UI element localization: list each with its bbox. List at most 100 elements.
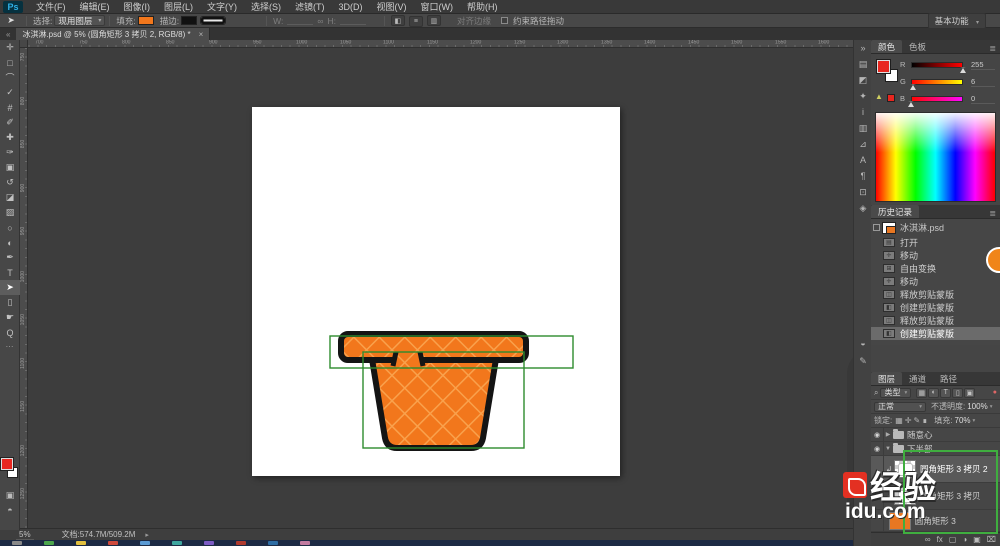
workspace-switcher-button[interactable]: 基本功能 ▾ bbox=[928, 13, 986, 29]
history-row-0[interactable]: ▤打开 bbox=[871, 236, 1000, 249]
zoom-level-field[interactable]: 5% bbox=[16, 530, 34, 540]
expand-dock-icon[interactable]: » bbox=[854, 40, 872, 56]
taskbar-app-icon-5[interactable] bbox=[172, 541, 182, 545]
menu-item-7[interactable]: 3D(D) bbox=[332, 2, 370, 12]
history-source-checkbox[interactable] bbox=[873, 224, 880, 231]
horizontal-ruler[interactable]: 7007508008509009501000105011001150120012… bbox=[20, 40, 853, 48]
menu-item-8[interactable]: 视图(V) bbox=[370, 2, 414, 12]
path-selection-tool[interactable]: ➤ bbox=[0, 280, 20, 295]
history-brush-tool[interactable]: ↺ bbox=[0, 175, 20, 190]
pen-tool[interactable]: ✒ bbox=[0, 250, 20, 265]
brush-tool[interactable]: ✑ bbox=[0, 145, 20, 160]
color-slider-R[interactable]: R255 bbox=[903, 59, 995, 73]
panel-menu-icon[interactable]: ≣ bbox=[989, 209, 1000, 218]
path-op-button-1[interactable]: ≡ bbox=[409, 16, 423, 27]
clone-stamp-tool[interactable]: ▣ bbox=[0, 160, 20, 175]
adjustments-icon[interactable]: ◩ bbox=[854, 72, 872, 88]
taskbar-app-icon-4[interactable] bbox=[140, 541, 150, 545]
lock-button-0[interactable]: ▦ bbox=[895, 416, 903, 425]
fill-value[interactable]: 70% bbox=[955, 416, 971, 425]
tab-color[interactable]: 颜色 bbox=[871, 40, 902, 53]
menu-item-4[interactable]: 文字(Y) bbox=[200, 2, 244, 12]
slider-track-R[interactable] bbox=[911, 62, 963, 68]
history-snapshot-row[interactable]: 冰淇淋.psd bbox=[871, 219, 1000, 236]
taskbar-app-icon-7[interactable] bbox=[236, 541, 246, 545]
slider-value[interactable]: 6 bbox=[971, 77, 995, 87]
filter-kind-button-0[interactable]: ▦ bbox=[916, 388, 927, 398]
delete-layer-button[interactable]: ⌧ bbox=[987, 535, 996, 544]
collapse-panels-icon[interactable]: « bbox=[6, 30, 10, 39]
current-tool-icon[interactable]: ➤ bbox=[0, 15, 22, 26]
info-icon[interactable]: i bbox=[854, 104, 872, 120]
gamut-warning-icon[interactable]: ▲ bbox=[875, 92, 883, 101]
crop-tool[interactable]: # bbox=[0, 100, 20, 115]
panel-menu-icon[interactable]: ≣ bbox=[989, 44, 1000, 53]
gamut-swatch[interactable] bbox=[887, 94, 895, 102]
group-expand-icon[interactable]: ▶ bbox=[884, 431, 892, 438]
new-group-button[interactable]: ▣ bbox=[973, 535, 981, 544]
filter-kind-button-2[interactable]: T bbox=[940, 388, 951, 398]
clone-source-icon[interactable]: ⊡ bbox=[854, 184, 872, 200]
width-field[interactable] bbox=[287, 16, 313, 25]
windows-taskbar[interactable] bbox=[0, 540, 1000, 546]
paragraph-icon[interactable]: ¶ bbox=[854, 168, 872, 184]
shape-tool[interactable]: ▯ bbox=[0, 295, 20, 310]
tab-paths[interactable]: 路径 bbox=[933, 372, 964, 385]
filter-kind-button-3[interactable]: ▯ bbox=[952, 388, 963, 398]
select-mode-dropdown[interactable]: 现用图层 ▾ bbox=[54, 15, 105, 26]
color-spectrum-ramp[interactable] bbox=[875, 112, 996, 202]
tab-history[interactable]: 历史记录 bbox=[871, 205, 919, 218]
hand-tool[interactable]: ☛ bbox=[0, 310, 20, 325]
menu-item-5[interactable]: 选择(S) bbox=[244, 2, 288, 12]
brush-presets-icon[interactable]: ▤ bbox=[854, 56, 872, 72]
document-tab[interactable]: 冰淇淋.psd @ 5% (圆角矩形 3 拷贝 2, RGB/8) * × bbox=[16, 28, 210, 40]
taskbar-app-icon-6[interactable] bbox=[204, 541, 214, 545]
vertical-ruler[interactable]: 750800850900950100010501100115012001250 bbox=[20, 48, 28, 530]
menu-item-9[interactable]: 窗口(W) bbox=[414, 2, 461, 12]
menu-item-10[interactable]: 帮助(H) bbox=[460, 2, 505, 12]
gradient-tool[interactable]: ▨ bbox=[0, 205, 20, 220]
adjustment-layer-button[interactable]: ◑ bbox=[962, 535, 967, 544]
foreground-color-swatch[interactable] bbox=[1, 458, 13, 470]
zoom-tool[interactable]: Q bbox=[0, 325, 20, 340]
link-dimensions-icon[interactable]: ∞ bbox=[317, 16, 323, 26]
quick-selection-tool[interactable]: ✓ bbox=[0, 85, 20, 100]
blend-mode-dropdown[interactable]: 正常 ▾ bbox=[874, 402, 926, 412]
foreground-color-swatch[interactable] bbox=[877, 60, 890, 73]
navigator-icon[interactable]: ⊿ bbox=[854, 136, 872, 152]
lock-button-3[interactable]: ∎ bbox=[922, 416, 927, 425]
filter-kind-button-1[interactable]: ◐ bbox=[928, 388, 939, 398]
histogram-icon[interactable]: ▥ bbox=[854, 120, 872, 136]
photoshop-logo[interactable]: Ps bbox=[3, 1, 23, 13]
eraser-tool[interactable]: ◪ bbox=[0, 190, 20, 205]
menu-item-3[interactable]: 图层(L) bbox=[157, 2, 200, 12]
styles-icon[interactable]: ✦ bbox=[854, 88, 872, 104]
filter-toggle-icon[interactable]: ● bbox=[993, 389, 997, 396]
visibility-toggle[interactable]: ◉ bbox=[871, 428, 884, 441]
slider-thumb[interactable] bbox=[908, 101, 914, 107]
constrain-path-checkbox[interactable] bbox=[501, 17, 508, 24]
tab-channels[interactable]: 通道 bbox=[902, 372, 933, 385]
measurement-icon[interactable]: ◈ bbox=[854, 200, 872, 216]
menu-item-1[interactable]: 编辑(E) bbox=[73, 2, 117, 12]
status-options-arrow[interactable]: ▸ bbox=[145, 531, 149, 539]
history-row-7[interactable]: ◧创建剪贴蒙版 bbox=[871, 327, 1000, 340]
menu-item-6[interactable]: 滤镜(T) bbox=[288, 2, 332, 12]
slider-thumb[interactable] bbox=[910, 84, 916, 90]
type-tool[interactable]: T bbox=[0, 265, 20, 280]
slider-track-G[interactable] bbox=[911, 79, 963, 85]
layer-style-button[interactable]: fx bbox=[937, 535, 943, 544]
color-slider-B[interactable]: B0 bbox=[903, 93, 995, 107]
properties-icon[interactable]: ◒ bbox=[854, 335, 872, 351]
lock-button-1[interactable]: ✛ bbox=[905, 416, 912, 425]
close-tab-icon[interactable]: × bbox=[199, 30, 204, 39]
layer-group-suiyixin[interactable]: ◉▶随意心 bbox=[871, 428, 1000, 442]
slider-track-B[interactable] bbox=[911, 96, 963, 102]
visibility-toggle[interactable]: ◉ bbox=[871, 442, 884, 455]
taskbar-app-icon-8[interactable] bbox=[268, 541, 278, 545]
history-row-6[interactable]: ◫释放剪贴蒙版 bbox=[871, 314, 1000, 327]
history-row-4[interactable]: ◫释放剪贴蒙版 bbox=[871, 288, 1000, 301]
path-op-button-2[interactable]: ▥ bbox=[427, 15, 441, 26]
lock-button-2[interactable]: ✎ bbox=[914, 416, 921, 425]
lasso-tool[interactable]: ⌒ bbox=[0, 70, 20, 85]
